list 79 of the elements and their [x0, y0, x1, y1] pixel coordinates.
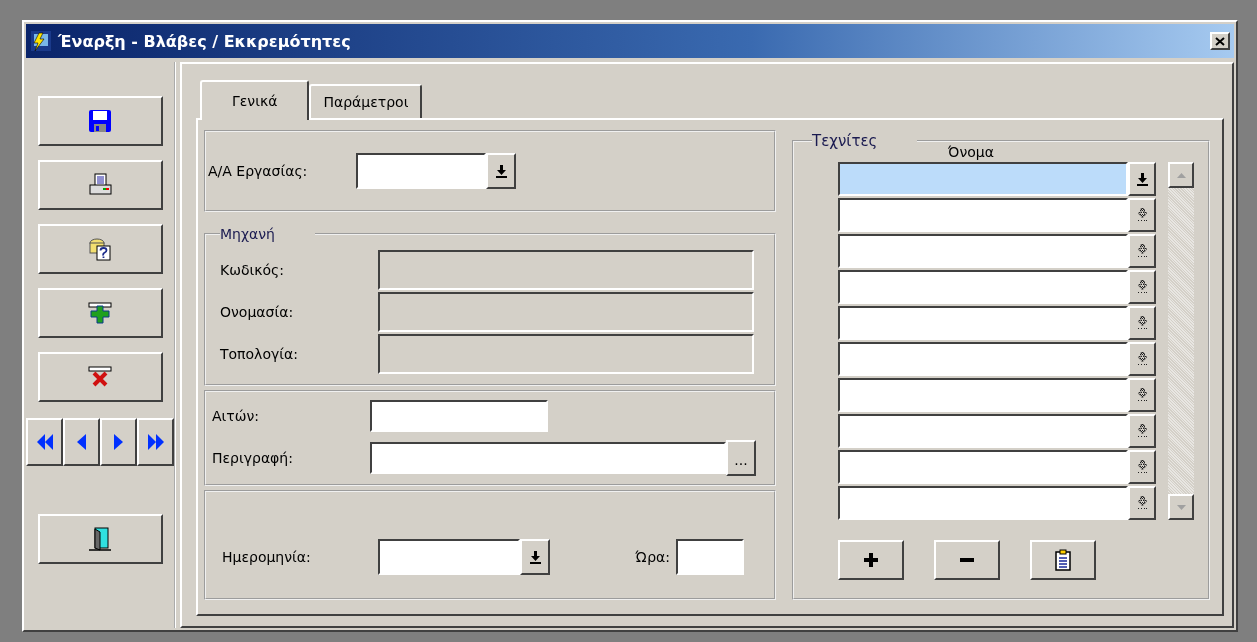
table-cell[interactable]: [838, 234, 1128, 268]
paste-button[interactable]: [1030, 540, 1096, 580]
field-label: Αιτών:: [212, 408, 260, 424]
table-cell[interactable]: [838, 270, 1128, 304]
scrollbar[interactable]: [1168, 162, 1194, 520]
download-arrow-icon: [495, 164, 507, 178]
last-record-button[interactable]: [137, 418, 174, 466]
table-cell[interactable]: [838, 162, 1128, 196]
table-cell[interactable]: [838, 414, 1128, 448]
field-label: Ημερομηνία:: [222, 549, 312, 565]
first-record-icon: [35, 433, 54, 451]
exit-button[interactable]: [37, 514, 163, 564]
field-label: Α/Α Εργασίας:: [208, 163, 309, 179]
save-icon: [88, 109, 112, 133]
dropdown-button[interactable]: [486, 153, 516, 189]
minus-icon: [960, 558, 974, 562]
add-button[interactable]: [838, 540, 904, 580]
printer-button[interactable]: [37, 160, 163, 210]
table-cell[interactable]: [838, 306, 1128, 340]
next-record-icon: [113, 433, 124, 451]
scroll-up-button[interactable]: [1168, 162, 1194, 188]
last-record-icon: [146, 433, 165, 451]
dropdown-button[interactable]: [1128, 450, 1156, 484]
field-label: Τοπολογία:: [220, 346, 299, 362]
dropdown-button[interactable]: [1128, 270, 1156, 304]
input-field[interactable]: [676, 539, 744, 575]
group-title: Μηχανή: [220, 226, 276, 242]
close-button[interactable]: [1210, 32, 1230, 50]
field-label: Περιγραφή:: [212, 450, 294, 466]
plus-icon: [864, 553, 878, 567]
database-query-icon: [88, 237, 112, 261]
download-arrow-icon: [1136, 172, 1148, 186]
dropdown-button[interactable]: [1128, 414, 1156, 448]
window-title: Έναρξη - Βλάβες / Εκκρεμότητες: [58, 31, 352, 51]
down-arrow-icon: [1176, 504, 1186, 510]
printer-icon: [88, 173, 112, 197]
delete-record-icon: [88, 365, 112, 389]
table-cell[interactable]: [838, 486, 1128, 520]
tab[interactable]: Παράμετροι: [309, 84, 423, 118]
download-arrow-icon: [529, 550, 541, 564]
clipboard-icon: [1055, 549, 1071, 571]
dropdown-button[interactable]: [1128, 342, 1156, 376]
next-record-button[interactable]: [100, 418, 137, 466]
group-title: Τεχνίτες: [812, 132, 879, 150]
column-header: Όνομα: [948, 144, 994, 160]
table-cell[interactable]: [838, 342, 1128, 376]
remove-button[interactable]: [934, 540, 1000, 580]
field-label: Ώρα:: [634, 549, 671, 565]
dropdown-button[interactable]: [520, 539, 550, 575]
table-cell[interactable]: [838, 378, 1128, 412]
first-record-button[interactable]: [26, 418, 63, 466]
up-arrow-icon: [1176, 172, 1186, 178]
browse-button[interactable]: ...: [726, 440, 756, 476]
table-cell[interactable]: [838, 198, 1128, 232]
dropdown-button[interactable]: [1128, 198, 1156, 232]
input-field[interactable]: [356, 153, 486, 189]
close-icon: [1215, 36, 1225, 46]
previous-record-icon: [76, 433, 87, 451]
dropdown-button[interactable]: [1128, 486, 1156, 520]
dropdown-button[interactable]: [1128, 234, 1156, 268]
delete-record-button[interactable]: [37, 352, 163, 402]
save-button[interactable]: [37, 96, 163, 146]
scroll-down-button[interactable]: [1168, 494, 1194, 520]
field-label: Κωδικός:: [220, 262, 285, 278]
dropdown-button[interactable]: [1128, 306, 1156, 340]
input-field[interactable]: [378, 539, 520, 575]
add-record-button[interactable]: [37, 288, 163, 338]
app-icon: [30, 30, 52, 52]
input-field[interactable]: [370, 400, 548, 432]
previous-record-button[interactable]: [63, 418, 100, 466]
field-label: Ονομασία:: [220, 304, 295, 320]
database-query-button[interactable]: [37, 224, 163, 274]
dropdown-button[interactable]: [1128, 378, 1156, 412]
tab[interactable]: Γενικά: [200, 80, 310, 120]
dropdown-button[interactable]: [1128, 162, 1156, 196]
input-field[interactable]: [370, 442, 726, 474]
exit-door-icon: [88, 526, 112, 552]
table-cell[interactable]: [838, 450, 1128, 484]
add-record-icon: [88, 301, 112, 325]
